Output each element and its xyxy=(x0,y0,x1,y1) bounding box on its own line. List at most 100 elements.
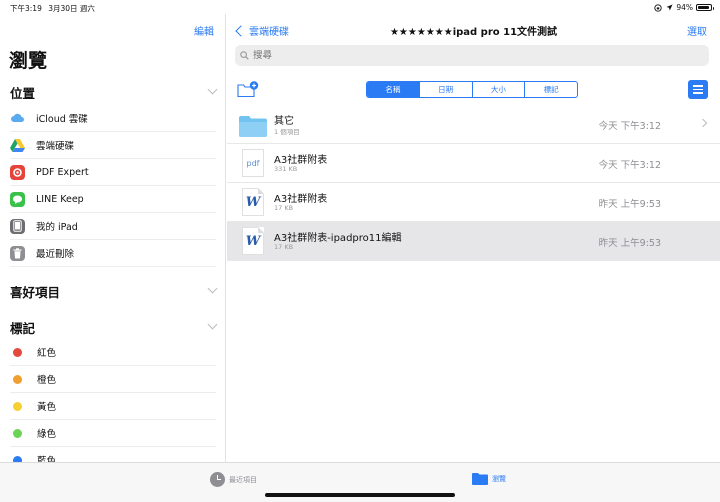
chevron-right-icon xyxy=(698,118,708,128)
sidebar-item-label: 我的 iPad xyxy=(36,222,78,233)
file-name: 其它 xyxy=(274,116,294,127)
list-view-toggle[interactable] xyxy=(688,80,708,99)
folder-icon xyxy=(472,473,488,485)
line-icon xyxy=(10,191,25,207)
search-icon xyxy=(240,51,249,60)
tag-color-dot xyxy=(13,347,22,357)
locations-header[interactable]: 位置 xyxy=(10,83,218,102)
status-time-date: 下午3:19 3月30日 週六 xyxy=(10,3,95,14)
sort-by-date[interactable]: 日期 xyxy=(420,82,473,97)
favorites-header-label: 喜好項目 xyxy=(10,285,61,300)
sidebar-item-label: 雲端硬碟 xyxy=(36,141,75,152)
tag-color-dot xyxy=(13,428,22,438)
favorites-header[interactable]: 喜好項目 xyxy=(10,282,218,301)
tags-header-label: 標記 xyxy=(10,321,36,336)
back-button-label: 雲端硬碟 xyxy=(249,27,289,38)
home-indicator xyxy=(265,493,455,497)
rotation-lock-icon xyxy=(654,3,662,12)
file-type-label: W xyxy=(245,233,261,249)
sidebar-item-tag-orange[interactable]: 橙色 xyxy=(10,366,216,393)
ipad-icon xyxy=(10,218,25,234)
list-icon-line xyxy=(693,88,703,91)
sidebar-item-tag-red[interactable]: 紅色 xyxy=(10,339,216,366)
tab-bar: 最近項目 瀏覽 xyxy=(0,462,720,502)
sidebar-item-google-drive[interactable]: 雲端硬碟 xyxy=(10,132,216,159)
tag-color-dot xyxy=(13,374,22,384)
file-name: A3社群附表 xyxy=(274,194,328,205)
sidebar-item-icloud[interactable]: iCloud 雲碟 xyxy=(10,105,216,132)
folder-icon xyxy=(239,110,267,139)
tab-recents-label: 最近項目 xyxy=(229,475,257,484)
file-type-label: W xyxy=(245,194,261,210)
chevron-down-icon xyxy=(207,283,218,294)
sidebar-item-label: 紅色 xyxy=(37,348,57,359)
sort-by-size[interactable]: 大小 xyxy=(473,82,526,97)
sidebar-item-pdf-expert[interactable]: PDF Expert xyxy=(10,159,216,186)
tab-recents[interactable]: 最近項目 xyxy=(210,472,257,487)
file-row-pdf[interactable]: pdf A3社群附表 331 KB 今天 下午3:12 xyxy=(227,144,720,183)
page-title: ★★★★★★★ipad pro 11文件測試 xyxy=(389,27,558,38)
sidebar-item-label: iCloud 雲碟 xyxy=(36,114,88,125)
tab-browse-label: 瀏覽 xyxy=(492,474,506,483)
sidebar-item-label: 最近刪除 xyxy=(36,249,75,260)
sidebar-item-line-keep[interactable]: LINE Keep xyxy=(10,186,216,213)
file-date: 今天 下午3:12 xyxy=(598,121,661,132)
sidebar-item-label: 橙色 xyxy=(37,375,57,386)
file-meta: 1 個項目 xyxy=(274,128,300,136)
google-drive-icon xyxy=(10,138,25,153)
sort-by-name[interactable]: 名稱 xyxy=(367,82,420,97)
sidebar-item-my-ipad[interactable]: 我的 iPad xyxy=(10,213,216,240)
file-row-folder[interactable]: 其它 1 個項目 今天 下午3:12 xyxy=(227,105,720,144)
file-list: 其它 1 個項目 今天 下午3:12 pdf A3社群附表 331 KB 今天 … xyxy=(227,105,720,261)
tags-header[interactable]: 標記 xyxy=(10,318,218,337)
chevron-left-icon xyxy=(235,24,247,37)
pdf-file-icon: pdf xyxy=(239,149,267,178)
sidebar-item-tag-green[interactable]: 綠色 xyxy=(10,420,216,447)
sidebar-item-label: PDF Expert xyxy=(36,166,89,178)
locations-list: iCloud 雲碟 雲端硬碟 PDF Expert LINE Keep 我的 i… xyxy=(10,105,216,267)
sidebar-item-recently-deleted[interactable]: 最近刪除 xyxy=(10,240,216,267)
tags-list: 紅色 橙色 黃色 綠色 藍色 xyxy=(10,339,216,462)
search-input[interactable] xyxy=(253,50,653,61)
file-type-label: pdf xyxy=(246,158,260,168)
tab-browse[interactable]: 瀏覽 xyxy=(472,472,506,485)
file-row-word[interactable]: W A3社群附表 17 KB 昨天 上午9:53 xyxy=(227,183,720,222)
word-file-icon: W xyxy=(239,188,267,217)
tag-color-dot xyxy=(13,401,22,411)
back-button[interactable]: 雲端硬碟 xyxy=(235,23,289,38)
location-icon xyxy=(666,4,673,11)
file-meta: 17 KB xyxy=(274,204,294,212)
file-date: 今天 下午3:12 xyxy=(598,160,661,171)
sidebar-item-label: 藍色 xyxy=(37,456,57,462)
sidebar-item-label: 黃色 xyxy=(37,402,57,413)
list-icon-line xyxy=(693,85,703,87)
file-row-word-edited[interactable]: W A3社群附表-ipadpro11編輯 17 KB 昨天 上午9:53 xyxy=(227,222,720,261)
sidebar-item-tag-blue[interactable]: 藍色 xyxy=(10,447,216,462)
file-name: A3社群附表-ipadpro11編輯 xyxy=(274,233,402,244)
locations-header-label: 位置 xyxy=(10,86,36,101)
sidebar-item-label: 綠色 xyxy=(37,429,57,440)
file-name: A3社群附表 xyxy=(274,155,328,166)
clock-icon xyxy=(210,472,225,487)
search-bar[interactable] xyxy=(235,45,709,66)
pdf-expert-icon xyxy=(10,164,25,180)
edit-button[interactable]: 編輯 xyxy=(194,23,214,38)
status-date: 3月30日 週六 xyxy=(48,4,95,13)
new-folder-icon[interactable] xyxy=(237,81,259,98)
browse-title: 瀏覽 xyxy=(9,50,48,72)
file-meta: 17 KB xyxy=(274,243,294,251)
sort-by-tags[interactable]: 標記 xyxy=(525,82,577,97)
sidebar-item-tag-yellow[interactable]: 黃色 xyxy=(10,393,216,420)
chevron-down-icon xyxy=(207,84,218,95)
status-indicators: 94% xyxy=(653,3,714,12)
list-icon-line xyxy=(693,92,703,94)
sidebar: 編輯 瀏覽 位置 iCloud 雲碟 雲端硬碟 PDF Expert LINE … xyxy=(0,14,226,462)
chevron-down-icon xyxy=(207,319,218,330)
battery-icon xyxy=(696,4,714,11)
battery-percent: 94% xyxy=(676,3,693,12)
status-time: 下午3:19 xyxy=(10,4,42,13)
status-bar: 下午3:19 3月30日 週六 94% xyxy=(0,0,720,14)
word-file-icon: W xyxy=(239,227,267,256)
select-button[interactable]: 選取 xyxy=(687,23,707,38)
file-meta: 331 KB xyxy=(274,165,298,173)
